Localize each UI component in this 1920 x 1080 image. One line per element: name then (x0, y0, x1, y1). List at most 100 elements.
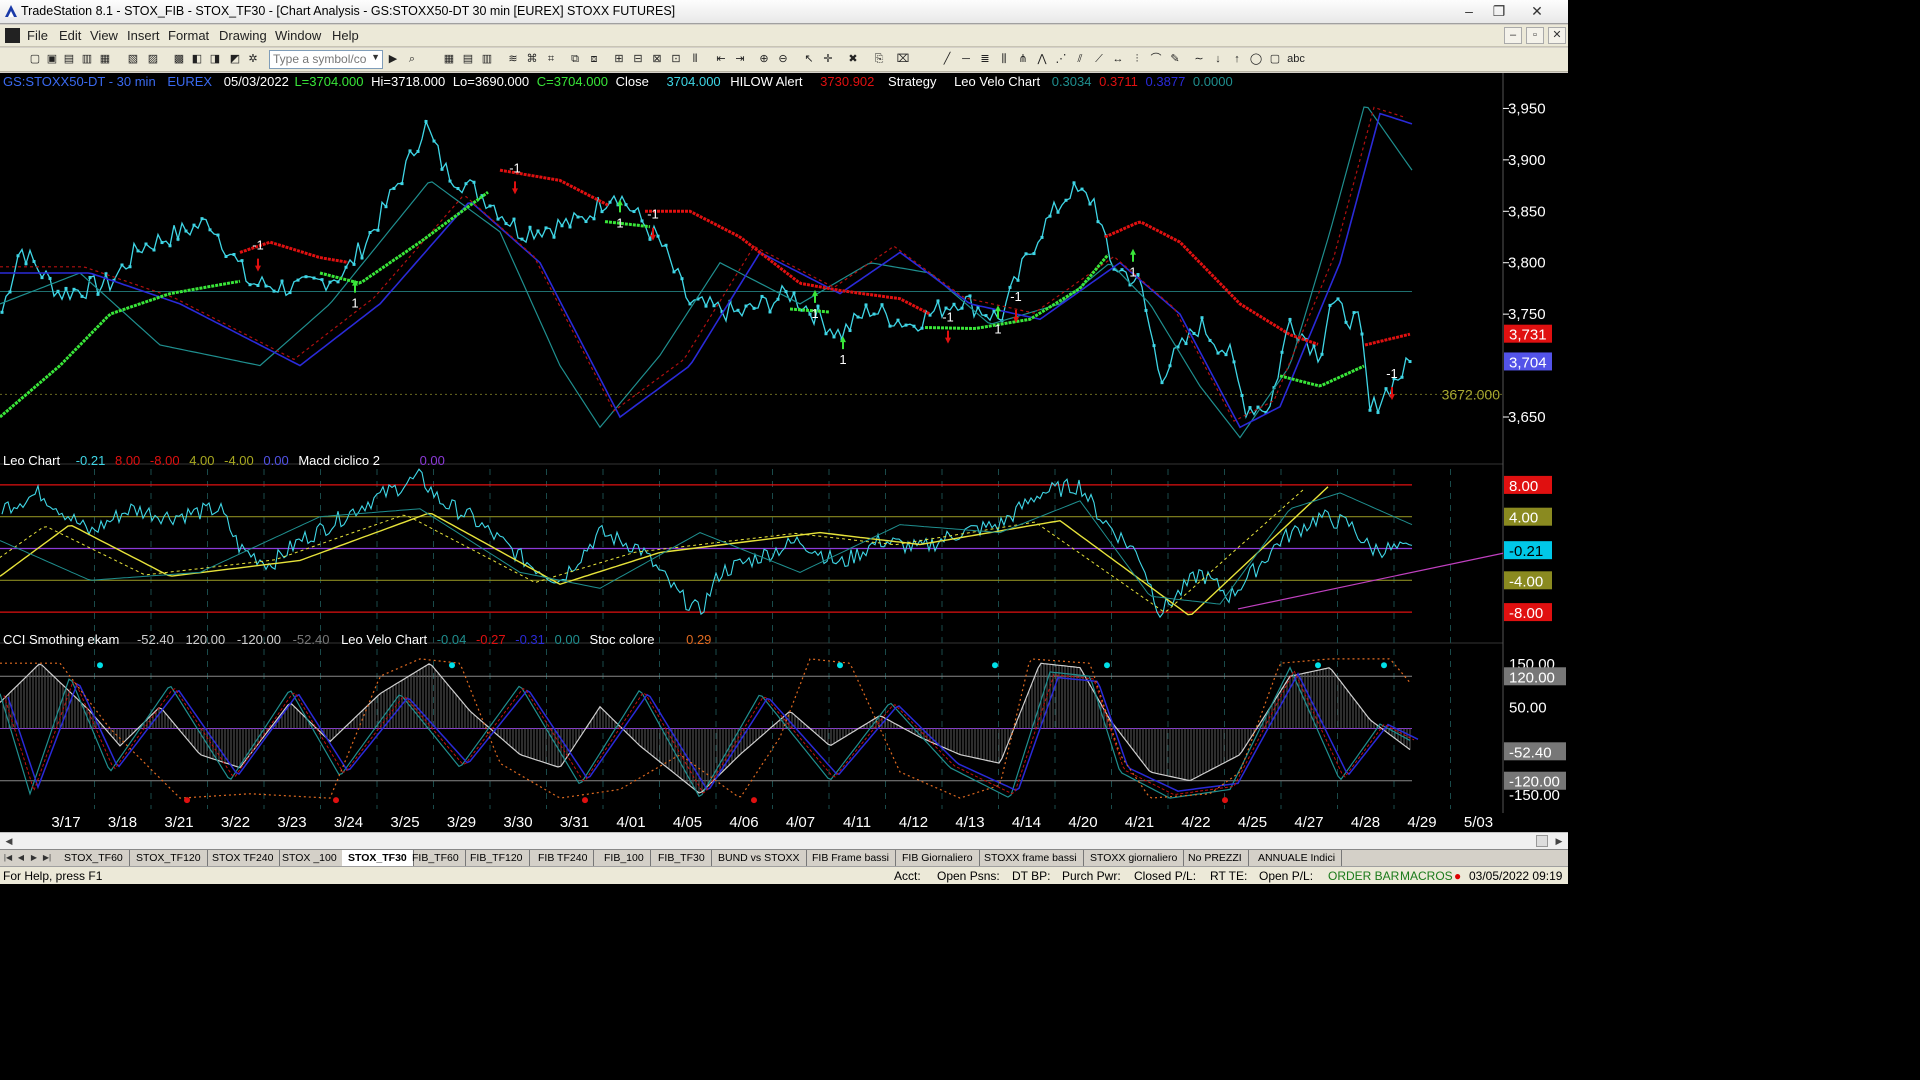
hline-icon[interactable]: ─ (959, 53, 973, 66)
sheet-tab[interactable]: STOX TF240 (206, 850, 281, 866)
save-all-icon[interactable]: ▥ (80, 53, 94, 66)
sheet-tab[interactable]: STOX_TF120 (130, 850, 208, 866)
fib-fan-icon[interactable]: ⟋ (1092, 53, 1106, 66)
window-icon[interactable]: ◧ (190, 53, 204, 66)
refresh-icon[interactable]: ◩ (228, 53, 242, 66)
scroll-right-arrow-icon[interactable]: ▶ (1551, 834, 1567, 848)
sheet-tab[interactable]: STOXX frame bassi (978, 850, 1084, 866)
ohlc-icon[interactable]: ⊡ (669, 53, 683, 66)
sheet-tab[interactable]: FIB_TF30 (652, 850, 712, 866)
cursor-icon[interactable]: ↖ (802, 53, 816, 66)
strategy-icon[interactable]: ⌘ (525, 53, 539, 66)
text-icon[interactable]: abc (1287, 53, 1305, 66)
crosshair-icon[interactable]: ✛ (821, 53, 835, 66)
chevron-down-icon[interactable]: ▼ (371, 52, 380, 62)
menu-edit[interactable]: Edit (59, 28, 81, 43)
volume-icon[interactable]: ⫴ (688, 53, 702, 66)
regression-icon[interactable]: ⫽ (1073, 53, 1087, 66)
symbol-lookup-icon[interactable]: ⌕ (405, 53, 419, 66)
gear-icon[interactable]: ✲ (246, 53, 260, 66)
arrow-horizontal-icon[interactable]: ↔ (1111, 53, 1125, 66)
bar-chart-icon[interactable]: ⊞ (612, 53, 626, 66)
freehand-icon[interactable]: ∼ (1192, 53, 1206, 66)
copy-icon[interactable]: ⧈ (587, 53, 601, 66)
zoom-out-icon[interactable]: ⊖ (776, 53, 790, 66)
order-bar-button[interactable]: ORDER BAR (1328, 869, 1399, 883)
text-tool-icon[interactable]: ⎘ (872, 53, 886, 66)
rectangle-icon[interactable]: ▢ (1268, 53, 1282, 66)
chart-window-icon[interactable] (5, 28, 20, 43)
scroll-thumb[interactable] (1536, 835, 1548, 847)
open-icon[interactable]: ▣ (45, 53, 59, 66)
trendline-icon[interactable]: ╱ (940, 53, 954, 66)
sheet-tab[interactable]: STOXX giornaliero (1084, 850, 1185, 866)
layout-icon[interactable]: ▩ (172, 53, 186, 66)
ellipse-icon[interactable]: ◯ (1249, 53, 1263, 66)
maximize-button[interactable]: ❐ (1482, 1, 1516, 21)
analysis-icon[interactable]: ⌗ (544, 53, 558, 66)
andrews-icon[interactable]: ⋀ (1035, 53, 1049, 66)
candle-icon[interactable]: ⊟ (631, 53, 645, 66)
alert-icon[interactable]: ⌧ (896, 53, 910, 66)
sheet-tab[interactable]: FIB_TF60 (406, 850, 466, 866)
go-icon[interactable]: ▶ (386, 53, 400, 66)
menu-file[interactable]: File (27, 28, 48, 43)
mdi-minimize-button[interactable]: – (1504, 27, 1522, 44)
speed-line-icon[interactable]: ⋰ (1054, 53, 1068, 66)
matrix-icon[interactable]: ▥ (480, 53, 494, 66)
menu-insert[interactable]: Insert (127, 28, 160, 43)
sheet-tab[interactable]: FIB Giornaliero (896, 850, 980, 866)
next-tab-icon[interactable]: ▶ (28, 851, 40, 865)
minimize-button[interactable]: – (1452, 1, 1486, 21)
scroll-right-icon[interactable]: ⇥ (733, 53, 747, 66)
prev-tab-icon[interactable]: ◀ (15, 851, 27, 865)
sheet-tab[interactable]: FIB TF240 (532, 850, 595, 866)
close-button[interactable]: ✕ (1520, 1, 1554, 21)
sheet-tab[interactable]: BUND vs STOXX (712, 850, 807, 866)
format-icon[interactable]: ⧉ (568, 53, 582, 66)
symbol-input[interactable]: Type a symbol/co ▼ (269, 50, 383, 69)
sheet-tab[interactable]: STOX_TF30 (342, 850, 414, 866)
printer-icon[interactable]: ▨ (146, 53, 160, 66)
fib-icon[interactable]: ≣ (978, 53, 992, 66)
arc-icon[interactable]: ⌒ (1149, 53, 1163, 66)
menu-view[interactable]: View (90, 28, 118, 43)
mdi-restore-button[interactable]: ▫ (1526, 27, 1544, 44)
pencil-icon[interactable]: ✎ (1168, 53, 1182, 66)
new-icon[interactable]: ▢ (28, 53, 42, 66)
table-icon[interactable]: ▤ (461, 53, 475, 66)
save-icon[interactable]: ▤ (62, 53, 76, 66)
print-preview-icon[interactable]: ▧ (126, 53, 140, 66)
macros-button[interactable]: MACROS (1400, 869, 1453, 883)
sheet-tab[interactable]: FIB Frame bassi (806, 850, 897, 866)
zoom-in-icon[interactable]: ⊕ (757, 53, 771, 66)
sheet-tab[interactable]: FIB_TF120 (464, 850, 530, 866)
sheet-tab[interactable]: FIB_100 (598, 850, 651, 866)
sheet-tab[interactable]: STOX _100 (276, 850, 344, 866)
menu-help[interactable]: Help (332, 28, 359, 43)
scroll-left-icon[interactable]: ⇤ (714, 53, 728, 66)
menu-window[interactable]: Window (275, 28, 321, 43)
indicator-icon[interactable]: ≋ (506, 53, 520, 66)
mdi-close-button[interactable]: ✕ (1548, 27, 1566, 44)
horizontal-scrollbar[interactable]: ◀ ▶ (0, 832, 1568, 849)
arrow-up-icon[interactable]: ↑ (1230, 53, 1244, 66)
line-chart-icon[interactable]: ⊠ (650, 53, 664, 66)
sheet-tab[interactable]: STOX_TF60 (58, 850, 130, 866)
tools-icon[interactable]: ✖ (846, 53, 860, 66)
time-zone-icon[interactable]: ⫶ (1130, 53, 1144, 66)
sheet-tab[interactable]: ANNUALE Indici (1252, 850, 1343, 866)
grid-icon[interactable]: ▦ (442, 53, 456, 66)
gann-icon[interactable]: ⋔ (1016, 53, 1030, 66)
last-tab-icon[interactable]: ▶| (41, 851, 53, 865)
arrow-down-icon[interactable]: ↓ (1211, 53, 1225, 66)
scroll-left-arrow-icon[interactable]: ◀ (1, 834, 17, 848)
lock-icon[interactable]: ◨ (208, 53, 222, 66)
first-tab-icon[interactable]: |◀ (2, 851, 14, 865)
channel-icon[interactable]: ⫼ (997, 53, 1011, 66)
menu-drawing[interactable]: Drawing (219, 28, 267, 43)
print-icon[interactable]: ▦ (98, 53, 112, 66)
chart-area[interactable]: 3/17 3/18 3/21 3/22 3/23 3/24 3/25 3/29 3/30 3/31… (0, 73, 1568, 832)
sheet-tab[interactable]: No PREZZI (1182, 850, 1249, 866)
menu-format[interactable]: Format (168, 28, 209, 43)
